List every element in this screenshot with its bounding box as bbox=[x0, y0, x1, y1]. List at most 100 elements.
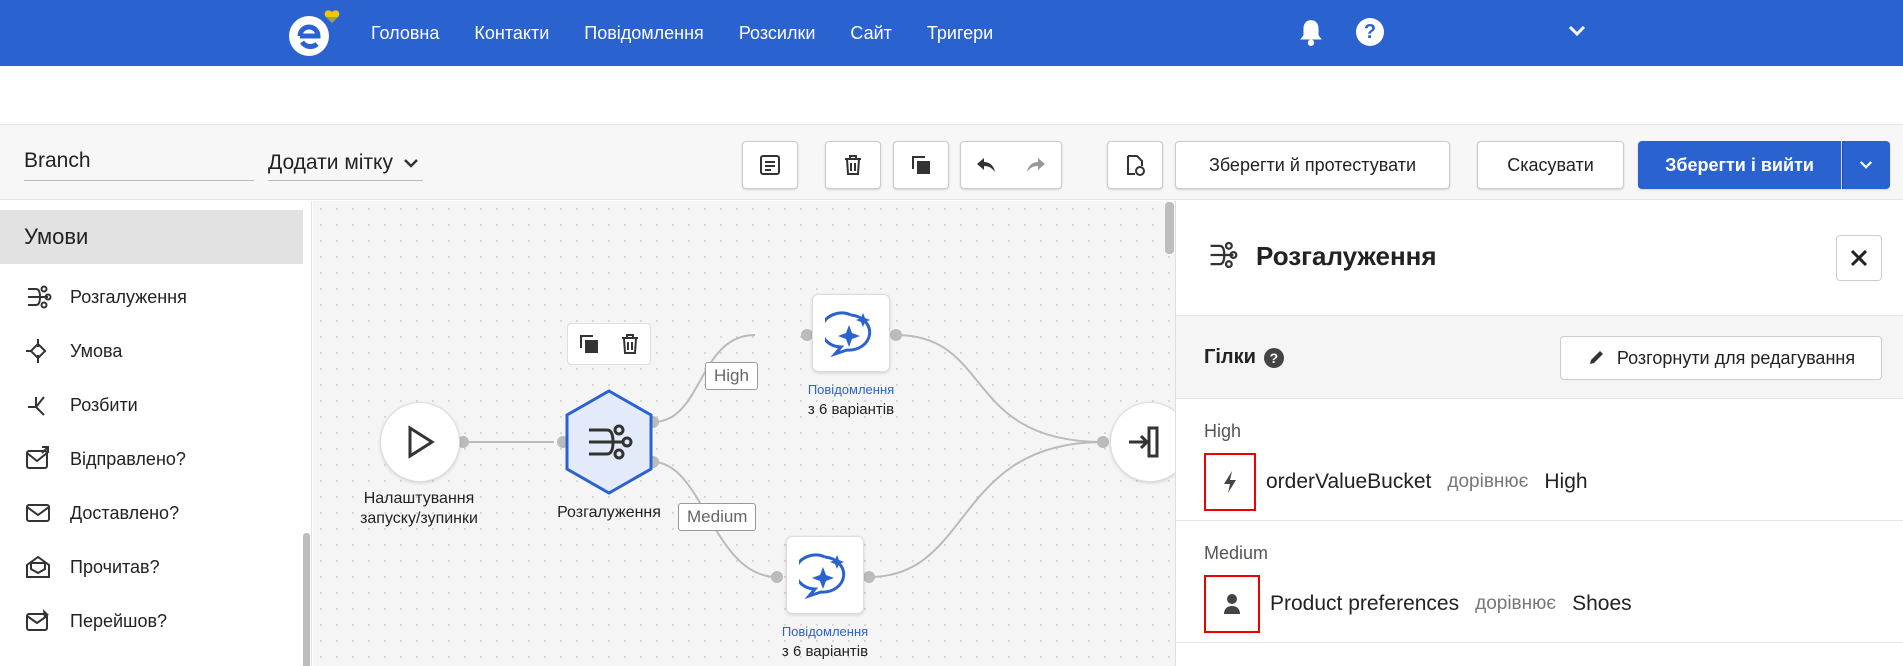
message-node-bottom-title: Повідомлення bbox=[781, 624, 869, 639]
message-node-bottom-sub: з 6 варіантів bbox=[781, 643, 869, 660]
nav-links: Головна Контакти Повідомлення Розсилки С… bbox=[371, 0, 1028, 66]
edge-label-medium[interactable]: Medium bbox=[678, 503, 757, 531]
sidebar-item-label: Розбити bbox=[70, 394, 138, 415]
edge-label-high[interactable]: High bbox=[705, 362, 758, 390]
branch-condition: orderValueBucket дорівнює High bbox=[1204, 453, 1588, 511]
copy-icon[interactable] bbox=[577, 332, 601, 356]
condition-value: Shoes bbox=[1572, 592, 1632, 615]
start-node[interactable] bbox=[380, 402, 460, 482]
nav-link-contacts[interactable]: Контакти bbox=[474, 23, 549, 44]
nav-link-site[interactable]: Сайт bbox=[850, 23, 892, 44]
canvas-scrollbar[interactable] bbox=[1165, 202, 1174, 254]
history-button[interactable] bbox=[1107, 141, 1163, 189]
ai-message-icon bbox=[799, 553, 846, 600]
node-actions bbox=[567, 323, 651, 365]
split-icon bbox=[28, 396, 45, 416]
delivered-icon bbox=[26, 504, 50, 522]
sidebar-scrollbar[interactable] bbox=[303, 533, 310, 666]
save-options-dropdown[interactable] bbox=[1842, 141, 1890, 189]
delete-button[interactable] bbox=[825, 141, 881, 189]
sidebar-item-sent[interactable]: Відправлено? bbox=[24, 443, 186, 475]
undo-icon[interactable] bbox=[974, 153, 998, 177]
logo[interactable] bbox=[288, 8, 350, 58]
close-button[interactable] bbox=[1836, 235, 1882, 281]
document-refresh-icon bbox=[1127, 155, 1145, 176]
add-tag-label: Додати мітку bbox=[268, 150, 393, 174]
ai-message-icon bbox=[825, 311, 872, 358]
exit-icon bbox=[1129, 426, 1159, 458]
sent-icon bbox=[26, 446, 49, 469]
chevron-down-icon bbox=[404, 158, 418, 168]
expand-edit-button[interactable]: Розгорнути для редагування bbox=[1560, 336, 1882, 380]
sidebar-item-label: Прочитав? bbox=[70, 556, 160, 577]
message-node-bottom[interactable] bbox=[786, 536, 864, 614]
bell-icon[interactable] bbox=[1298, 18, 1324, 46]
sidebar-item-label: Відправлено? bbox=[70, 448, 186, 469]
condition-value: High bbox=[1544, 470, 1588, 493]
play-icon bbox=[408, 425, 435, 459]
clicked-icon bbox=[26, 609, 49, 631]
nav-link-messages[interactable]: Повідомлення bbox=[584, 23, 704, 44]
sidebar-item-clicked[interactable]: Перейшов? bbox=[24, 605, 167, 637]
message-node-top-sub: з 6 варіантів bbox=[807, 401, 895, 418]
add-tag-dropdown[interactable]: Додати мітку bbox=[268, 145, 423, 181]
bolt-icon bbox=[1204, 453, 1256, 511]
note-icon bbox=[760, 155, 780, 175]
help-icon[interactable]: ? bbox=[1356, 18, 1384, 46]
redo-icon[interactable] bbox=[1024, 153, 1048, 177]
nav-link-triggers[interactable]: Тригери bbox=[927, 23, 993, 44]
cancel-button[interactable]: Скасувати bbox=[1477, 141, 1624, 189]
branch-row-high[interactable]: High orderValueBucket дорівнює High bbox=[1176, 399, 1903, 521]
sidebar-item-label: Умова bbox=[70, 340, 123, 361]
branches-title: Гілки ? bbox=[1204, 346, 1284, 369]
sidebar-item-condition[interactable]: Умова bbox=[24, 335, 122, 367]
save-and-exit-button[interactable]: Зберегти і вийти bbox=[1638, 141, 1841, 189]
branch-node[interactable] bbox=[563, 388, 655, 496]
expand-edit-label: Розгорнути для редагування bbox=[1616, 347, 1856, 368]
sidebar-item-label: Розгалуження bbox=[70, 286, 187, 307]
close-icon bbox=[1850, 249, 1868, 267]
undo-redo-group bbox=[960, 141, 1062, 189]
editor-toolbar: Branch Додати мітку Зберегти й протестув… bbox=[0, 124, 1903, 200]
save-and-test-button[interactable]: Зберегти й протестувати bbox=[1175, 141, 1450, 189]
branch-icon bbox=[1210, 241, 1238, 269]
sidebar-item-delivered[interactable]: Доставлено? bbox=[24, 497, 179, 529]
branch-row-medium[interactable]: Medium Product preferences дорівнює Shoe… bbox=[1176, 521, 1903, 643]
sidebar-item-split[interactable]: Розбити bbox=[24, 389, 138, 421]
nav-link-home[interactable]: Головна bbox=[371, 23, 439, 44]
nav-link-campaigns[interactable]: Розсилки bbox=[739, 23, 816, 44]
help-icon[interactable]: ? bbox=[1263, 347, 1284, 368]
read-icon bbox=[26, 555, 50, 578]
condition-operator: дорівнює bbox=[1447, 471, 1529, 492]
sidebar-item-label: Доставлено? bbox=[70, 502, 180, 523]
branch-name: High bbox=[1204, 421, 1242, 441]
branch-node-label: Розгалуження bbox=[557, 504, 661, 521]
sidebar-header[interactable]: Умови bbox=[0, 210, 303, 264]
properties-panel: Розгалуження Гілки ? Розгорнути для реда… bbox=[1175, 201, 1903, 666]
branch-icon bbox=[28, 285, 52, 309]
pencil-icon bbox=[1589, 351, 1603, 364]
sidebar-item-read[interactable]: Прочитав? bbox=[24, 551, 160, 583]
notes-button[interactable] bbox=[742, 141, 798, 189]
condition-operator: дорівнює bbox=[1475, 593, 1557, 614]
condition-field: Product preferences bbox=[1270, 592, 1460, 615]
branches-title-text: Гілки bbox=[1204, 346, 1256, 368]
sidebar-item-branch[interactable]: Розгалуження bbox=[24, 281, 187, 313]
chevron-down-icon bbox=[1859, 161, 1873, 169]
scenario-name-input[interactable]: Branch bbox=[24, 145, 254, 181]
condition-field: orderValueBucket bbox=[1266, 470, 1432, 493]
chevron-down-icon[interactable] bbox=[1568, 24, 1586, 38]
message-node-top-title: Повідомлення bbox=[807, 382, 895, 397]
person-icon bbox=[1204, 575, 1260, 633]
copy-icon bbox=[912, 156, 930, 174]
duplicate-button[interactable] bbox=[893, 141, 949, 189]
message-node-top[interactable] bbox=[812, 294, 890, 372]
top-nav: Головна Контакти Повідомлення Розсилки С… bbox=[0, 0, 1903, 66]
conditions-sidebar: Умови Розгалуження Умова Розбити Відправ… bbox=[0, 201, 312, 666]
trash-icon[interactable] bbox=[618, 332, 642, 356]
condition-icon bbox=[26, 339, 47, 363]
sidebar-item-label: Перейшов? bbox=[70, 610, 168, 631]
flow-canvas[interactable]: Налаштування запуску/зупинки Розгалуженн… bbox=[313, 201, 1175, 666]
start-node-label: Налаштування запуску/зупинки bbox=[360, 490, 478, 527]
branch-name: Medium bbox=[1204, 543, 1269, 563]
